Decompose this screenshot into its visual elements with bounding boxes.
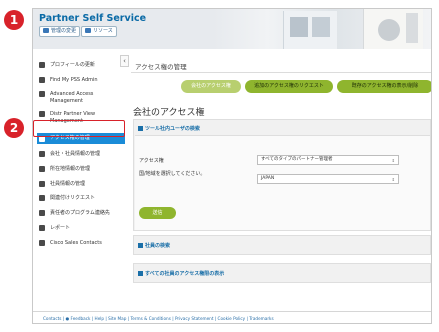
sidebar-item-association-request[interactable]: 関連付けリクエスト: [37, 195, 127, 202]
highlight-box: [33, 120, 125, 137]
access-type-select[interactable]: すべてのタイプのパートナー管理者 ⇕: [257, 155, 399, 165]
report-icon: [39, 225, 45, 231]
sidebar-item-program-contacts[interactable]: 責任者のプログラム連絡先: [37, 210, 127, 217]
settings-change-button[interactable]: 管理の変更: [39, 26, 81, 37]
sidebar: プロフィールの更新 Find My PSS Admin Advanced Acc…: [33, 49, 129, 311]
sidebar-item-location-info[interactable]: 所在地情報の管理: [37, 166, 127, 173]
collapse-icon: [138, 125, 143, 131]
tab-company-access[interactable]: 会社のアクセス権: [181, 80, 241, 93]
sidebar-item-advanced-access[interactable]: Advanced Access Management: [37, 91, 127, 104]
sidebar-item-find-admin[interactable]: Find My PSS Admin: [37, 77, 127, 84]
employee-search-toggle[interactable]: 社員の検索: [138, 242, 170, 249]
country-label: 国/地域を選択してください。: [139, 171, 206, 177]
app-title: Partner Self Service: [39, 13, 147, 24]
sidebar-collapse-button[interactable]: ‹: [120, 55, 129, 67]
person-icon: [39, 62, 45, 68]
search-person-icon: [39, 77, 45, 83]
person-gear-icon: [39, 91, 45, 97]
tab-request-additional-access[interactable]: 追加のアクセス権のリクエスト: [245, 80, 333, 93]
callout-2: 2: [4, 118, 24, 138]
updown-arrow-icon: ⇕: [391, 177, 395, 182]
sidebar-item-sales-contacts[interactable]: Cisco Sales Contacts: [37, 240, 127, 247]
country-select[interactable]: JAPAN ⇕: [257, 174, 399, 184]
sidebar-item-employee-info[interactable]: 社員情報の管理: [37, 181, 127, 188]
updown-arrow-icon: ⇕: [391, 158, 395, 163]
sidebar-item-company-info[interactable]: 会社・社員情報の管理: [37, 151, 127, 158]
link-icon: [39, 195, 45, 201]
people-icon: [39, 181, 45, 187]
tab-view-delete-access[interactable]: 既存のアクセス権の表示/削除: [337, 80, 431, 93]
expand-icon: [138, 270, 143, 276]
footer-links[interactable]: Contacts | ● Feedback | Help | Site Map …: [33, 311, 431, 323]
sales-contact-icon: [39, 240, 45, 246]
building-icon: [39, 151, 45, 157]
show-all-access-panel: すべての社員のアクセス権限の表示: [133, 263, 431, 283]
section-heading: 会社のアクセス権: [133, 108, 205, 118]
internal-user-search-toggle[interactable]: ツール社内ユーザの検索: [138, 125, 200, 132]
chevron-left-icon: ‹: [123, 57, 126, 65]
main-content: アクセス権の管理 会社のアクセス権 追加のアクセス権のリクエスト 既存のアクセス…: [131, 49, 431, 311]
location-icon: [39, 166, 45, 172]
show-all-access-toggle[interactable]: すべての社員のアクセス権限の表示: [138, 270, 224, 277]
resources-button[interactable]: リソース: [81, 26, 117, 37]
expand-icon: [138, 242, 143, 248]
search-form: アクセス権 すべてのタイプのパートナー管理者 ⇕ 国/地域を選択してください。 J…: [135, 135, 430, 230]
divider: [131, 72, 431, 73]
sidebar-item-profile[interactable]: プロフィールの更新: [37, 62, 127, 69]
page-title: アクセス権の管理: [135, 63, 187, 71]
grid-icon: [43, 28, 49, 33]
sidebar-item-reports[interactable]: レポート: [37, 225, 127, 232]
employee-search-panel: 社員の検索: [133, 235, 431, 255]
person-view-icon: [39, 111, 45, 117]
internal-user-search-panel: ツール社内ユーザの検索 アクセス権 すべてのタイプのパートナー管理者 ⇕ 国/地域…: [133, 119, 431, 231]
access-label: アクセス権: [139, 158, 164, 164]
header: Partner Self Service 管理の変更 リソース: [33, 9, 431, 49]
app-window: Partner Self Service 管理の変更 リソース プロフィールの更…: [32, 8, 432, 324]
callout-1: 1: [4, 10, 24, 30]
contact-icon: [39, 210, 45, 216]
document-icon: [85, 28, 91, 33]
submit-button[interactable]: 送信: [139, 207, 176, 219]
header-banner-image: [213, 9, 431, 49]
